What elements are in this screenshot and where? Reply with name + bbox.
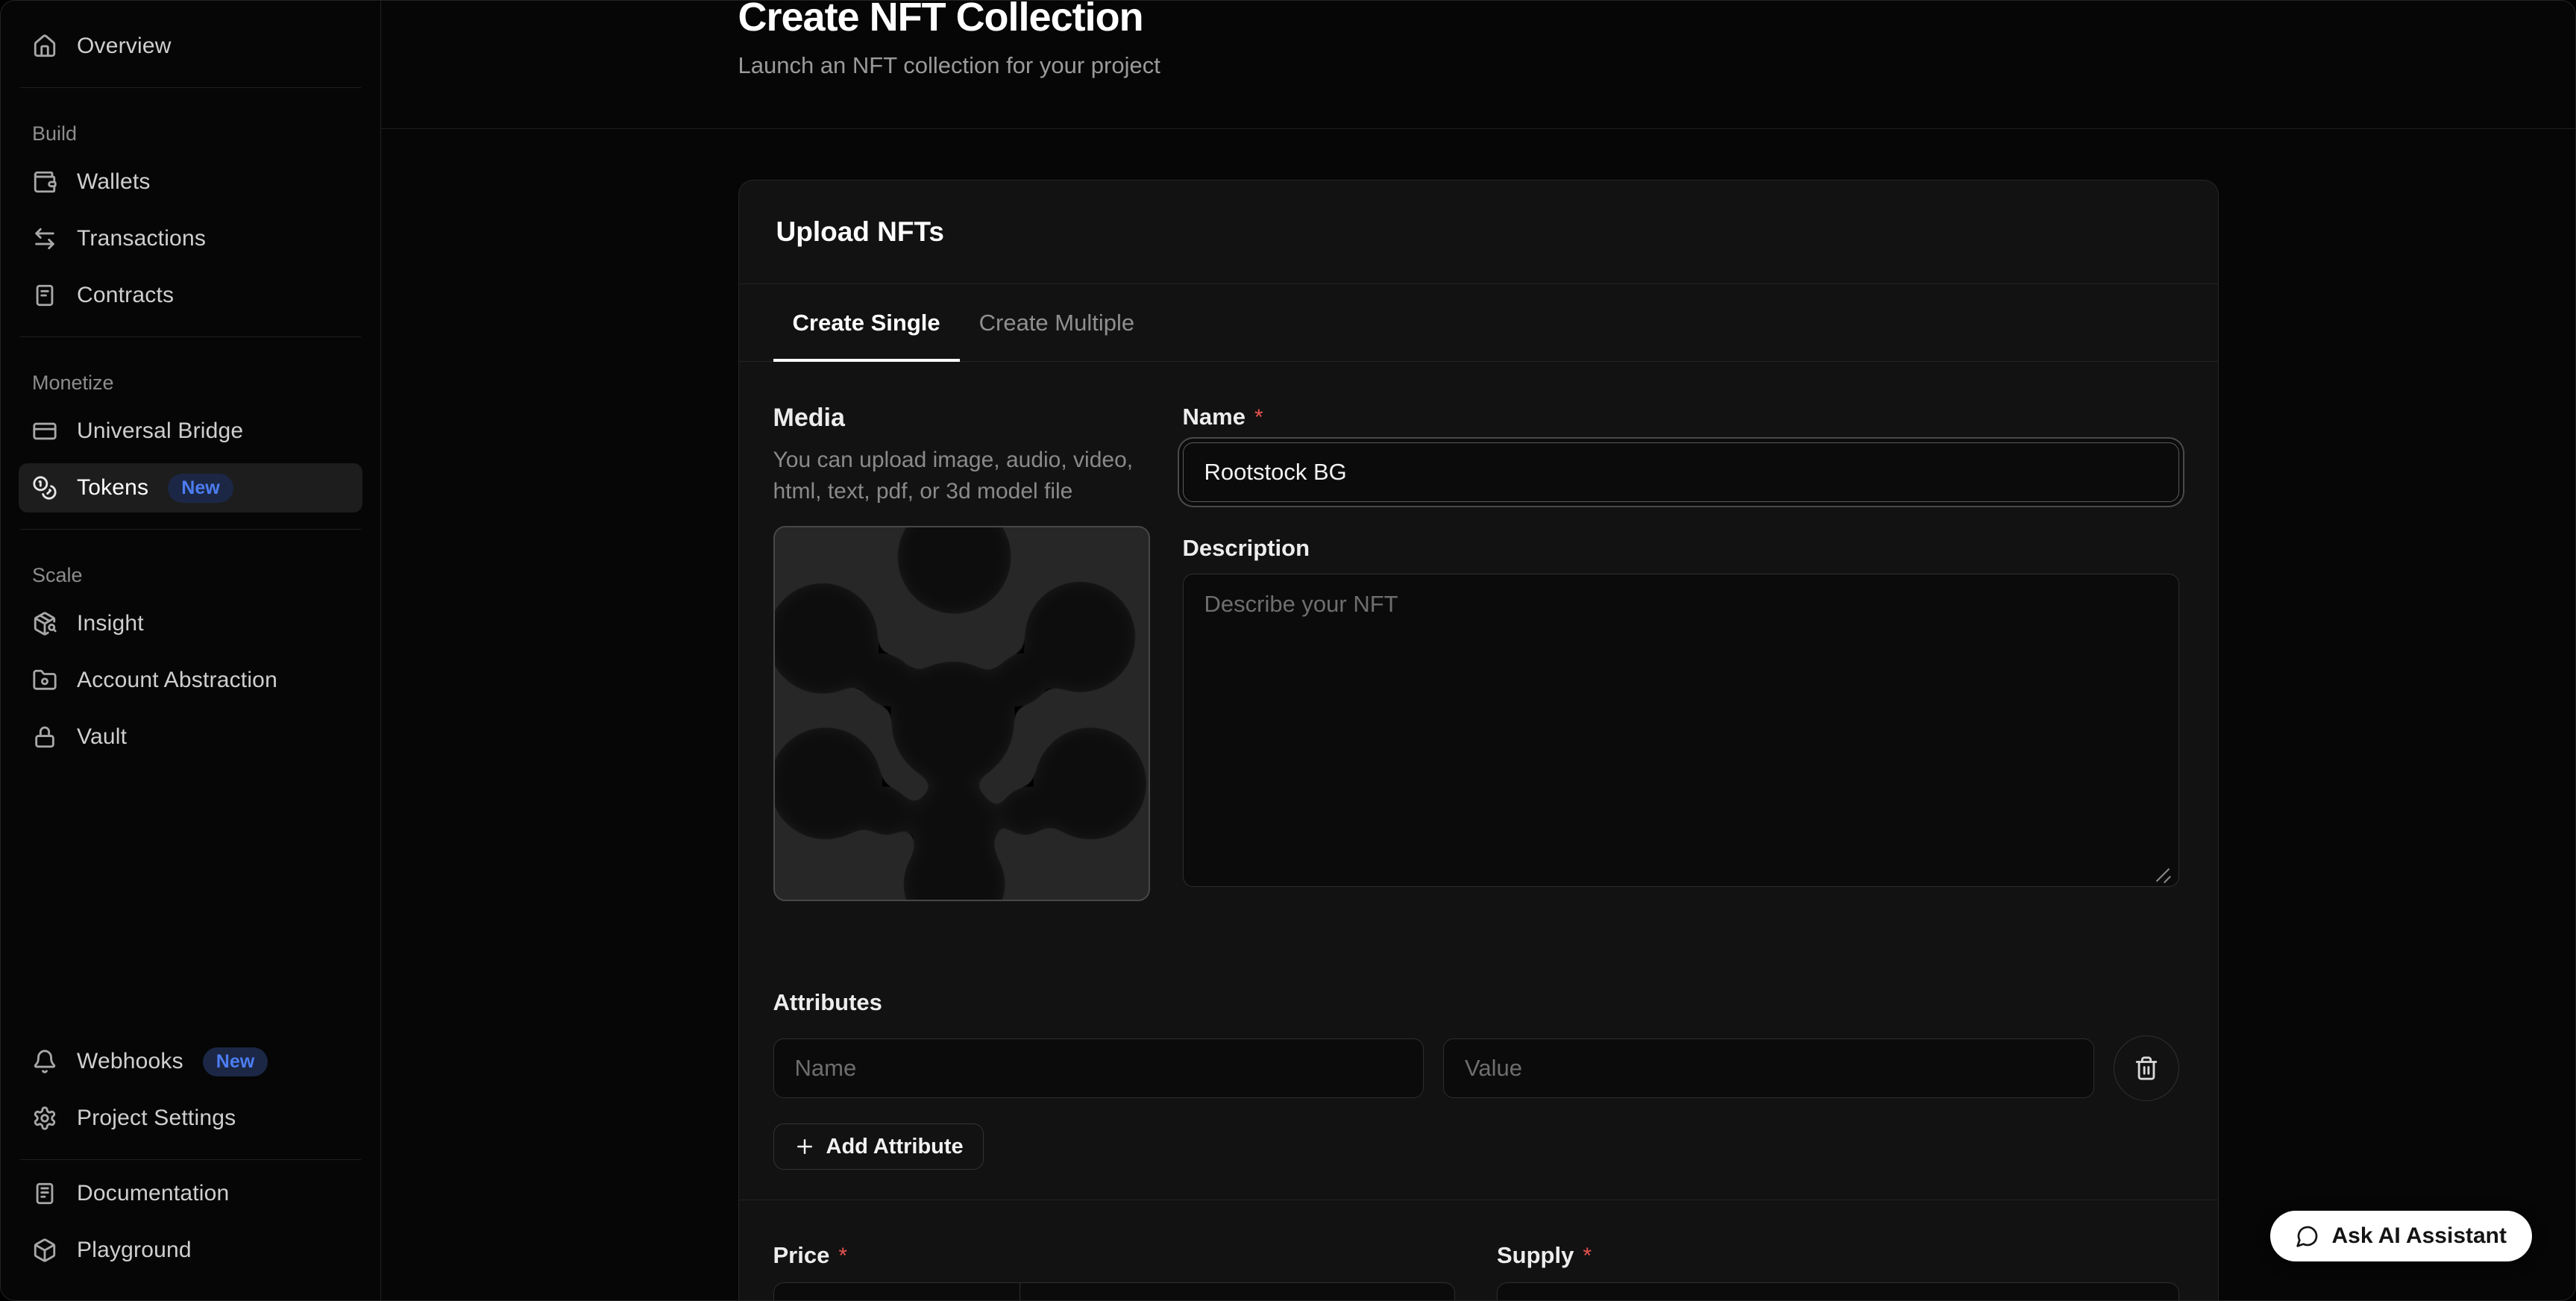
- media-section: Media You can upload image, audio, video…: [773, 404, 1150, 901]
- sidebar-section-build: Build: [19, 122, 362, 145]
- cube-icon: [32, 1238, 57, 1263]
- coins-icon: [32, 475, 57, 501]
- media-helper-text: You can upload image, audio, video, html…: [773, 445, 1150, 507]
- arrows-left-right-icon: [32, 226, 57, 251]
- sidebar-item-label: Playground: [77, 1238, 192, 1263]
- sidebar-item-overview[interactable]: Overview: [19, 22, 362, 71]
- sidebar-item-label: Contracts: [77, 283, 174, 308]
- description-label: Description: [1183, 535, 2179, 562]
- page-title: Create NFT Collection: [738, 1, 2219, 39]
- price-input-group: Select Token: [773, 1282, 1456, 1300]
- required-asterisk: *: [1583, 1244, 1592, 1269]
- package-search-icon: [32, 611, 57, 636]
- required-asterisk: *: [1254, 405, 1263, 430]
- contract-file-icon: [32, 283, 57, 308]
- new-badge: New: [203, 1047, 268, 1076]
- price-section: Price * Select Token: [773, 1242, 1456, 1300]
- attributes-section: Attributes Add Attribute: [773, 989, 2179, 1170]
- sidebar-item-project-settings[interactable]: Project Settings: [19, 1094, 362, 1143]
- app-window: Overview Build Wallets Transactions Cont…: [0, 0, 2576, 1301]
- trash-icon: [2134, 1056, 2159, 1081]
- sidebar-item-documentation[interactable]: Documentation: [19, 1169, 362, 1218]
- lock-icon: [32, 724, 57, 750]
- attribute-name-input[interactable]: [773, 1038, 1424, 1098]
- main-content: Create NFT Collection Launch an NFT coll…: [381, 1, 2575, 1300]
- required-asterisk: *: [838, 1244, 847, 1269]
- tab-create-single[interactable]: Create Single: [773, 284, 960, 361]
- sidebar-item-label: Documentation: [77, 1181, 229, 1206]
- new-badge: New: [168, 474, 233, 503]
- plus-icon: [794, 1135, 816, 1158]
- sidebar-item-label: Wallets: [77, 169, 151, 195]
- sidebar-item-vault[interactable]: Vault: [19, 712, 362, 762]
- sidebar-item-label: Universal Bridge: [77, 418, 243, 444]
- media-label: Media: [773, 404, 1150, 433]
- gear-icon: [32, 1106, 57, 1131]
- attributes-label: Attributes: [773, 989, 2179, 1016]
- sidebar-divider: [20, 336, 361, 337]
- price-amount-input[interactable]: [774, 1283, 1020, 1300]
- sidebar-item-insight[interactable]: Insight: [19, 599, 362, 648]
- description-textarea[interactable]: [1183, 574, 2179, 887]
- page-subtitle: Launch an NFT collection for your projec…: [738, 52, 2219, 79]
- details-section: Name * Description: [1183, 404, 2179, 901]
- sidebar-item-playground[interactable]: Playground: [19, 1226, 362, 1275]
- sidebar-item-tokens[interactable]: Tokens New: [19, 463, 362, 512]
- add-attribute-button[interactable]: Add Attribute: [773, 1123, 984, 1170]
- sidebar-section-scale: Scale: [19, 564, 362, 587]
- token-select[interactable]: Select Token: [1020, 1283, 1455, 1300]
- delete-attribute-button[interactable]: [2114, 1035, 2179, 1101]
- upload-nfts-card: Upload NFTs Create Single Create Multipl…: [738, 180, 2219, 1300]
- sidebar-item-label: Overview: [77, 34, 172, 59]
- sidebar-item-label: Tokens: [77, 475, 148, 501]
- sidebar: Overview Build Wallets Transactions Cont…: [1, 1, 381, 1300]
- sidebar-section-monetize: Monetize: [19, 372, 362, 395]
- name-input[interactable]: [1183, 442, 2179, 502]
- sidebar-item-label: Insight: [77, 611, 144, 636]
- tab-bar: Create Single Create Multiple: [739, 284, 2218, 362]
- supply-section: Supply *: [1497, 1242, 2179, 1300]
- book-icon: [32, 1181, 57, 1206]
- home-icon: [32, 34, 57, 59]
- supply-label: Supply *: [1497, 1242, 2179, 1269]
- tab-create-multiple[interactable]: Create Multiple: [960, 284, 1154, 361]
- sidebar-item-label: Webhooks: [77, 1049, 183, 1074]
- sidebar-item-wallets[interactable]: Wallets: [19, 157, 362, 207]
- sidebar-item-label: Account Abstraction: [77, 668, 277, 693]
- sidebar-item-universal-bridge[interactable]: Universal Bridge: [19, 407, 362, 456]
- attribute-value-input[interactable]: [1443, 1038, 2094, 1098]
- name-label: Name *: [1183, 404, 2179, 430]
- sidebar-divider: [20, 1159, 361, 1160]
- page-body: Upload NFTs Create Single Create Multipl…: [381, 129, 2575, 1300]
- chat-bubble-icon: [2296, 1224, 2319, 1248]
- wallet-icon: [32, 169, 57, 195]
- sidebar-item-label: Project Settings: [77, 1106, 236, 1131]
- credit-card-icon: [32, 418, 57, 444]
- media-upload-preview[interactable]: [773, 526, 1150, 901]
- sidebar-item-webhooks[interactable]: Webhooks New: [19, 1037, 362, 1086]
- price-label: Price *: [773, 1242, 1456, 1269]
- page-header: Create NFT Collection Launch an NFT coll…: [381, 1, 2575, 129]
- sidebar-divider: [20, 529, 361, 530]
- card-title: Upload NFTs: [776, 216, 2181, 248]
- sidebar-spacer: [19, 769, 362, 1037]
- sidebar-item-label: Vault: [77, 724, 127, 750]
- sidebar-item-contracts[interactable]: Contracts: [19, 271, 362, 320]
- sidebar-item-account-abstraction[interactable]: Account Abstraction: [19, 656, 362, 705]
- sidebar-divider: [20, 87, 361, 88]
- sidebar-item-label: Transactions: [77, 226, 206, 251]
- folder-dot-icon: [32, 668, 57, 693]
- nft-preview-image: [775, 527, 1149, 900]
- supply-input[interactable]: [1497, 1282, 2179, 1300]
- bell-icon: [32, 1049, 57, 1074]
- ask-ai-assistant-button[interactable]: Ask AI Assistant: [2270, 1211, 2532, 1261]
- sidebar-item-transactions[interactable]: Transactions: [19, 214, 362, 263]
- attribute-row: [773, 1035, 2179, 1101]
